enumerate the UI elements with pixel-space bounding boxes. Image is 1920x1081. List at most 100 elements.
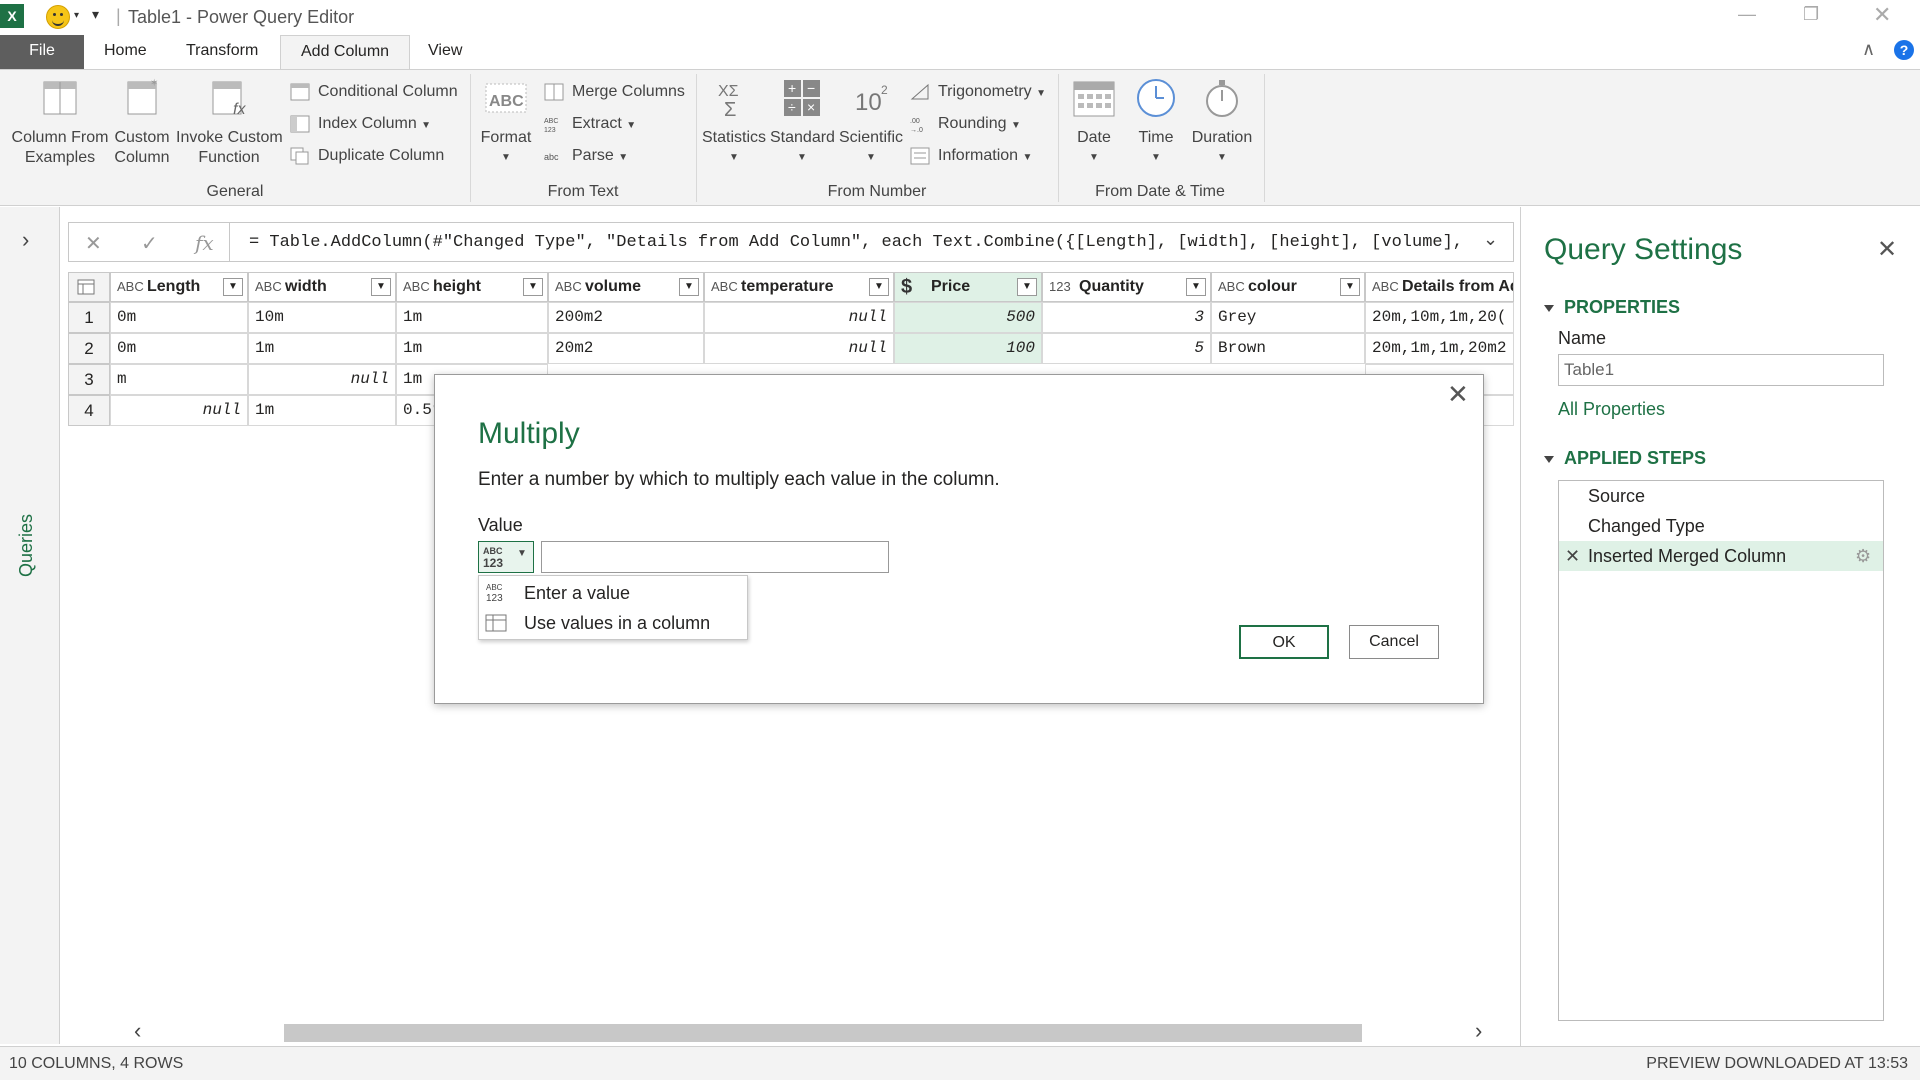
row-number[interactable]: 3 [68, 364, 110, 395]
column-header[interactable]: ABC volume ▼ [548, 272, 704, 302]
properties-heading[interactable]: PROPERTIES [1544, 297, 1680, 318]
scroll-left-icon[interactable]: ‹ [134, 1018, 141, 1044]
table-cell[interactable]: 1m [396, 333, 548, 364]
collapse-ribbon-icon[interactable]: ∧ [1862, 39, 1875, 60]
extract-button[interactable]: ABC 123 Extract ▼ [544, 112, 636, 136]
tab-transform[interactable]: Transform [166, 35, 278, 69]
information-button[interactable]: Information ▼ [910, 144, 1032, 168]
standard-button[interactable]: + − ÷ × Standard ▼ [770, 78, 835, 168]
all-properties-link[interactable]: All Properties [1558, 399, 1665, 420]
commit-formula-icon[interactable]: ✓ [141, 231, 158, 256]
table-cell[interactable]: null [110, 395, 248, 426]
fx-icon[interactable]: fx [195, 231, 214, 255]
tab-view[interactable]: View [408, 35, 482, 69]
cancel-button[interactable]: Cancel [1349, 625, 1439, 659]
step-settings-gear-icon[interactable]: ⚙ [1855, 541, 1871, 571]
trigonometry-button[interactable]: Trigonometry ▼ [910, 80, 1046, 104]
cancel-formula-icon[interactable]: ✕ [85, 231, 102, 256]
step-changed-type[interactable]: Changed Type [1559, 511, 1883, 541]
table-cell[interactable]: 10m [248, 302, 396, 333]
index-column-button[interactable]: Index Column ▼ [290, 112, 431, 136]
column-filter-dropdown-icon[interactable]: ▼ [1340, 278, 1360, 296]
column-header[interactable]: $ Price ▼ [894, 272, 1042, 302]
column-filter-dropdown-icon[interactable]: ▼ [679, 278, 699, 296]
date-button[interactable]: Date ▼ [1066, 78, 1122, 168]
scroll-right-icon[interactable]: › [1475, 1018, 1482, 1044]
rounding-button[interactable]: .00 →.0 Rounding ▼ [910, 112, 1021, 136]
table-cell[interactable]: 0m [110, 302, 248, 333]
column-header[interactable]: ABC height ▼ [396, 272, 548, 302]
column-type-icon[interactable]: ABC [117, 273, 144, 301]
expand-formula-icon[interactable]: ⌄ [1483, 229, 1498, 250]
table-cell[interactable]: 500 [894, 302, 1042, 333]
table-cell[interactable]: 20m,1m,1m,20m2 [1365, 333, 1514, 364]
table-cell[interactable]: 1m [248, 333, 396, 364]
column-type-icon[interactable]: ABC [555, 273, 582, 301]
merge-columns-button[interactable]: Merge Columns [544, 80, 685, 104]
query-name-input[interactable]: Table1 [1558, 354, 1884, 386]
close-window-icon[interactable]: ✕ [1873, 2, 1891, 28]
table-cell[interactable]: 5 [1042, 333, 1211, 364]
statistics-button[interactable]: XΣ Σ Statistics ▼ [702, 78, 766, 168]
table-cell[interactable]: m [110, 364, 248, 395]
column-header[interactable]: ABC colour ▼ [1211, 272, 1365, 302]
table-cell[interactable]: 20m2 [548, 333, 704, 364]
table-cell[interactable]: Brown [1211, 333, 1365, 364]
duration-button[interactable]: Duration ▼ [1186, 78, 1258, 168]
column-filter-dropdown-icon[interactable]: ▼ [1017, 278, 1037, 296]
column-type-icon[interactable]: ABC [255, 273, 282, 301]
table-cell[interactable]: null [248, 364, 396, 395]
column-filter-dropdown-icon[interactable]: ▼ [223, 278, 243, 296]
table-cell[interactable]: 100 [894, 333, 1042, 364]
row-number[interactable]: 2 [68, 333, 110, 364]
applied-steps-heading[interactable]: APPLIED STEPS [1544, 448, 1706, 469]
restore-icon[interactable]: ❐ [1803, 4, 1819, 25]
table-cell[interactable]: null [704, 333, 894, 364]
duplicate-column-button[interactable]: Duplicate Column [290, 144, 444, 168]
custom-column-button[interactable]: ✶ Custom Column [112, 78, 172, 168]
help-icon[interactable]: ? [1894, 40, 1914, 60]
column-from-examples-button[interactable]: Column From Examples [10, 78, 110, 168]
column-filter-dropdown-icon[interactable]: ▼ [869, 278, 889, 296]
tab-add-column[interactable]: Add Column [280, 35, 411, 70]
table-cell[interactable]: Grey [1211, 302, 1365, 333]
column-type-icon[interactable]: ABC [711, 273, 738, 301]
close-query-settings-icon[interactable]: ✕ [1877, 235, 1897, 264]
minimize-icon[interactable]: — [1738, 4, 1756, 25]
table-cell[interactable]: 3 [1042, 302, 1211, 333]
column-filter-dropdown-icon[interactable]: ▼ [371, 278, 391, 296]
column-header[interactable]: ABC Length ▼ [110, 272, 248, 302]
row-number[interactable]: 1 [68, 302, 110, 333]
quick-access-customize-icon[interactable]: ▾ [92, 6, 99, 23]
parse-button[interactable]: abc Parse ▼ [544, 144, 628, 168]
table-cell[interactable]: 0m [110, 333, 248, 364]
formula-text[interactable]: = Table.AddColumn(#"Changed Type", "Deta… [249, 233, 1479, 252]
table-cell[interactable]: 20m,10m,1m,20( [1365, 302, 1514, 333]
expand-queries-chevron-icon[interactable]: › [22, 227, 29, 253]
close-dialog-icon[interactable]: ✕ [1447, 379, 1469, 410]
format-button[interactable]: ABC Format ▼ [478, 78, 534, 168]
smiley-dropdown-icon[interactable]: ▾ [74, 10, 79, 21]
row-number[interactable]: 4 [68, 395, 110, 426]
table-menu-button[interactable] [68, 272, 110, 302]
menu-item-enter-value[interactable]: ABC 123 Enter a value [479, 578, 747, 608]
menu-item-use-column-values[interactable]: Use values in a column [479, 608, 747, 638]
horizontal-scrollbar[interactable]: ‹ › [112, 1018, 1512, 1046]
scientific-button[interactable]: 10 2 Scientific ▼ [838, 78, 904, 168]
column-header[interactable]: 123 Quantity ▼ [1042, 272, 1211, 302]
queries-label[interactable]: Queries [16, 514, 37, 577]
column-filter-dropdown-icon[interactable]: ▼ [1186, 278, 1206, 296]
table-cell[interactable]: 1m [396, 302, 548, 333]
column-header[interactable]: ABC temperature ▼ [704, 272, 894, 302]
time-button[interactable]: Time ▼ [1128, 78, 1184, 168]
multiply-value-input[interactable] [541, 541, 889, 573]
tab-file[interactable]: File [0, 35, 84, 69]
column-filter-dropdown-icon[interactable]: ▼ [523, 278, 543, 296]
scroll-thumb[interactable] [284, 1024, 1362, 1042]
column-type-icon[interactable]: ABC [1372, 273, 1399, 301]
step-inserted-merged-column[interactable]: ✕ Inserted Merged Column ⚙ [1559, 541, 1883, 571]
conditional-column-button[interactable]: Conditional Column [290, 80, 458, 104]
column-type-icon[interactable]: 123 [1049, 273, 1071, 301]
column-header[interactable]: ABC Details from Ad [1365, 272, 1514, 302]
column-type-icon[interactable]: ABC [1218, 273, 1245, 301]
